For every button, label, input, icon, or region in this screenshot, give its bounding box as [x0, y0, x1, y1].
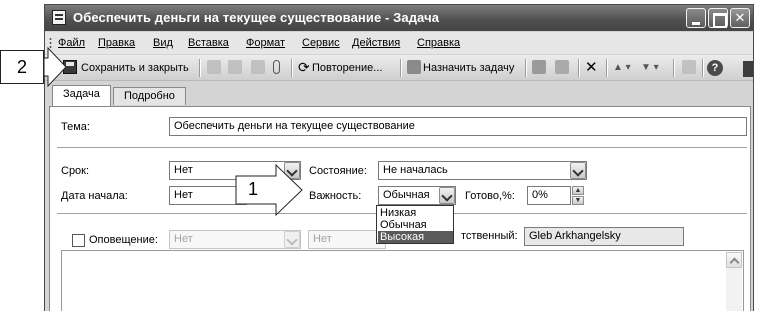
callout-1-arrow [235, 163, 303, 217]
tab-task[interactable]: Задача [52, 85, 111, 106]
callout-arrows [43, 46, 303, 217]
priority-option-low[interactable]: Низкая [378, 207, 453, 219]
callout-1-label: 1 [248, 179, 259, 199]
priority-option-high[interactable]: Высокая [378, 231, 453, 243]
priority-option-normal[interactable]: Обычная [378, 219, 453, 231]
callout-2-arrow [43, 46, 67, 88]
priority-dropdown-list[interactable]: Низкая Обычная Высокая [376, 205, 454, 244]
